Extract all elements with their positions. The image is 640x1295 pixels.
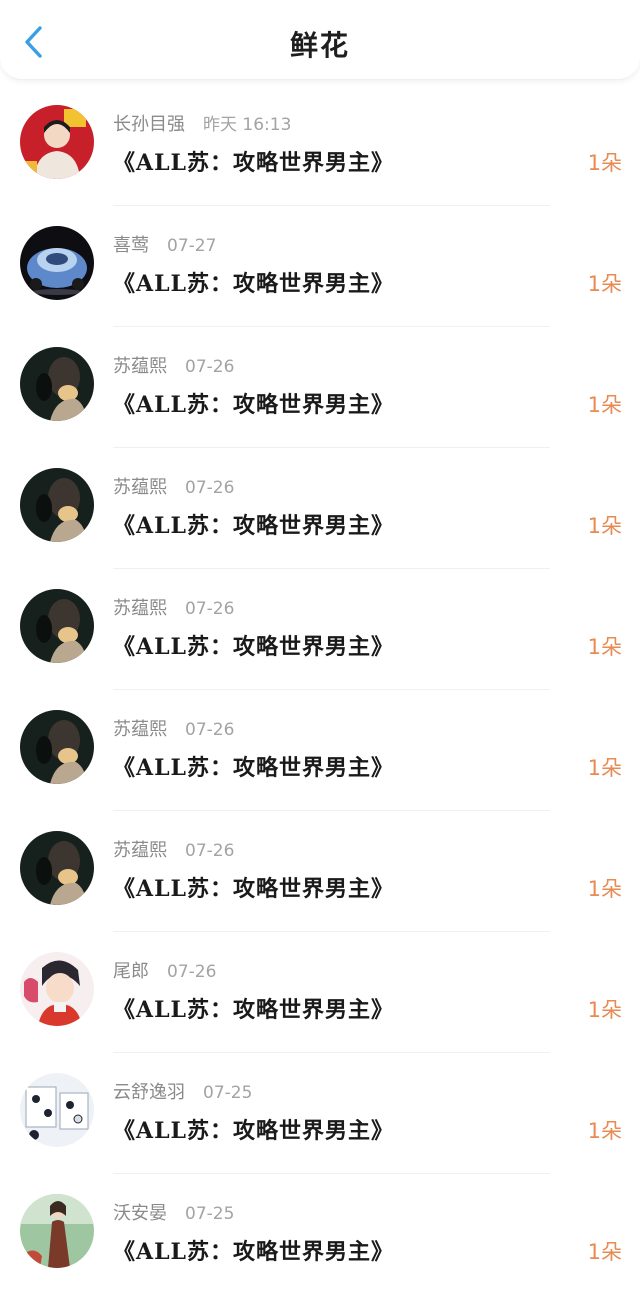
record-meta: 喜莺 07-27: [113, 231, 216, 257]
user-avatar[interactable]: [20, 1194, 94, 1268]
user-avatar[interactable]: [20, 347, 94, 421]
list-item[interactable]: 云舒逸羽 07-25 《ALL苏：攻略世界男主》 1朵: [0, 1053, 640, 1174]
book-title[interactable]: 《ALL苏：攻略世界男主》: [113, 629, 394, 661]
record-time: 07-26: [185, 720, 235, 740]
flower-count: 1朵: [587, 1240, 622, 1264]
book-title[interactable]: 《ALL苏：攻略世界男主》: [113, 508, 394, 540]
record-meta: 苏蕴熙 07-26: [113, 836, 234, 862]
user-name[interactable]: 喜莺: [113, 235, 149, 256]
record-meta: 苏蕴熙 07-26: [113, 473, 234, 499]
book-title[interactable]: 《ALL苏：攻略世界男主》: [113, 145, 394, 177]
book-title[interactable]: 《ALL苏：攻略世界男主》: [113, 1234, 394, 1266]
avatar-anime-boy-icon: [20, 952, 94, 1026]
flower-count: 1朵: [587, 272, 622, 296]
flower-record-list: 长孙目强 昨天 16:13 《ALL苏：攻略世界男主》 1朵 喜莺 07-27 《A…: [0, 85, 640, 1295]
record-meta: 苏蕴熙 07-26: [113, 352, 234, 378]
book-title[interactable]: 《ALL苏：攻略世界男主》: [113, 871, 394, 903]
flower-count: 1朵: [587, 877, 622, 901]
flower-count: 1朵: [587, 998, 622, 1022]
user-avatar[interactable]: [20, 105, 94, 179]
user-name[interactable]: 长孙目强: [113, 114, 185, 135]
record-time: 07-25: [185, 1204, 235, 1224]
record-time: 07-26: [185, 357, 235, 377]
avatar-dark-portrait-icon: [20, 347, 94, 421]
book-title[interactable]: 《ALL苏：攻略世界男主》: [113, 387, 394, 419]
user-name[interactable]: 苏蕴熙: [113, 598, 167, 619]
user-name[interactable]: 云舒逸羽: [113, 1082, 185, 1103]
list-item[interactable]: 沃安晏 07-25 《ALL苏：攻略世界男主》 1朵: [0, 1174, 640, 1295]
flower-count: 1朵: [587, 756, 622, 780]
avatar-girl-dress-icon: [20, 1194, 94, 1268]
record-meta: 尾郎 07-26: [113, 957, 216, 983]
avatar-dark-portrait-icon: [20, 589, 94, 663]
user-name[interactable]: 苏蕴熙: [113, 719, 167, 740]
list-item[interactable]: 长孙目强 昨天 16:13 《ALL苏：攻略世界男主》 1朵: [0, 85, 640, 206]
user-name[interactable]: 尾郎: [113, 961, 149, 982]
flower-count: 1朵: [587, 1119, 622, 1143]
list-item[interactable]: 喜莺 07-27 《ALL苏：攻略世界男主》 1朵: [0, 206, 640, 327]
avatar-red-portrait-icon: [20, 105, 94, 179]
record-time: 07-27: [167, 236, 217, 256]
list-item[interactable]: 苏蕴熙 07-26 《ALL苏：攻略世界男主》 1朵: [0, 448, 640, 569]
book-title[interactable]: 《ALL苏：攻略世界男主》: [113, 992, 394, 1024]
avatar-dark-portrait-icon: [20, 468, 94, 542]
avatar-dark-portrait-icon: [20, 710, 94, 784]
list-item[interactable]: 苏蕴熙 07-26 《ALL苏：攻略世界男主》 1朵: [0, 569, 640, 690]
user-avatar[interactable]: [20, 226, 94, 300]
user-avatar[interactable]: [20, 589, 94, 663]
flower-count: 1朵: [587, 514, 622, 538]
record-meta: 苏蕴熙 07-26: [113, 594, 234, 620]
page-title: 鲜花: [289, 29, 350, 62]
record-meta: 云舒逸羽 07-25: [113, 1078, 252, 1104]
user-name[interactable]: 苏蕴熙: [113, 356, 167, 377]
top-bar: 鲜花: [0, 0, 640, 80]
book-title[interactable]: 《ALL苏：攻略世界男主》: [113, 1113, 394, 1145]
record-meta: 长孙目强 昨天 16:13: [113, 110, 291, 136]
user-name[interactable]: 沃安晏: [113, 1203, 167, 1224]
flower-count: 1朵: [587, 635, 622, 659]
record-meta: 苏蕴熙 07-26: [113, 715, 234, 741]
flower-count: 1朵: [587, 151, 622, 175]
user-avatar[interactable]: [20, 952, 94, 1026]
user-avatar[interactable]: [20, 1073, 94, 1147]
user-avatar[interactable]: [20, 710, 94, 784]
record-time: 昨天 16:13: [203, 115, 292, 135]
list-item[interactable]: 尾郎 07-26 《ALL苏：攻略世界男主》 1朵: [0, 932, 640, 1053]
record-time: 07-25: [203, 1083, 253, 1103]
record-time: 07-26: [185, 841, 235, 861]
list-item[interactable]: 苏蕴熙 07-26 《ALL苏：攻略世界男主》 1朵: [0, 690, 640, 811]
record-meta: 沃安晏 07-25: [113, 1199, 234, 1225]
user-avatar[interactable]: [20, 468, 94, 542]
record-time: 07-26: [185, 478, 235, 498]
book-title[interactable]: 《ALL苏：攻略世界男主》: [113, 750, 394, 782]
flower-count: 1朵: [587, 393, 622, 417]
avatar-dark-portrait-icon: [20, 831, 94, 905]
user-name[interactable]: 苏蕴熙: [113, 840, 167, 861]
list-item[interactable]: 苏蕴熙 07-26 《ALL苏：攻略世界男主》 1朵: [0, 327, 640, 448]
avatar-blue-car-icon: [20, 226, 94, 300]
list-item[interactable]: 苏蕴熙 07-26 《ALL苏：攻略世界男主》 1朵: [0, 811, 640, 932]
avatar-go-board-icon: [20, 1073, 94, 1147]
user-name[interactable]: 苏蕴熙: [113, 477, 167, 498]
user-avatar[interactable]: [20, 831, 94, 905]
record-time: 07-26: [167, 962, 217, 982]
record-time: 07-26: [185, 599, 235, 619]
book-title[interactable]: 《ALL苏：攻略世界男主》: [113, 266, 394, 298]
